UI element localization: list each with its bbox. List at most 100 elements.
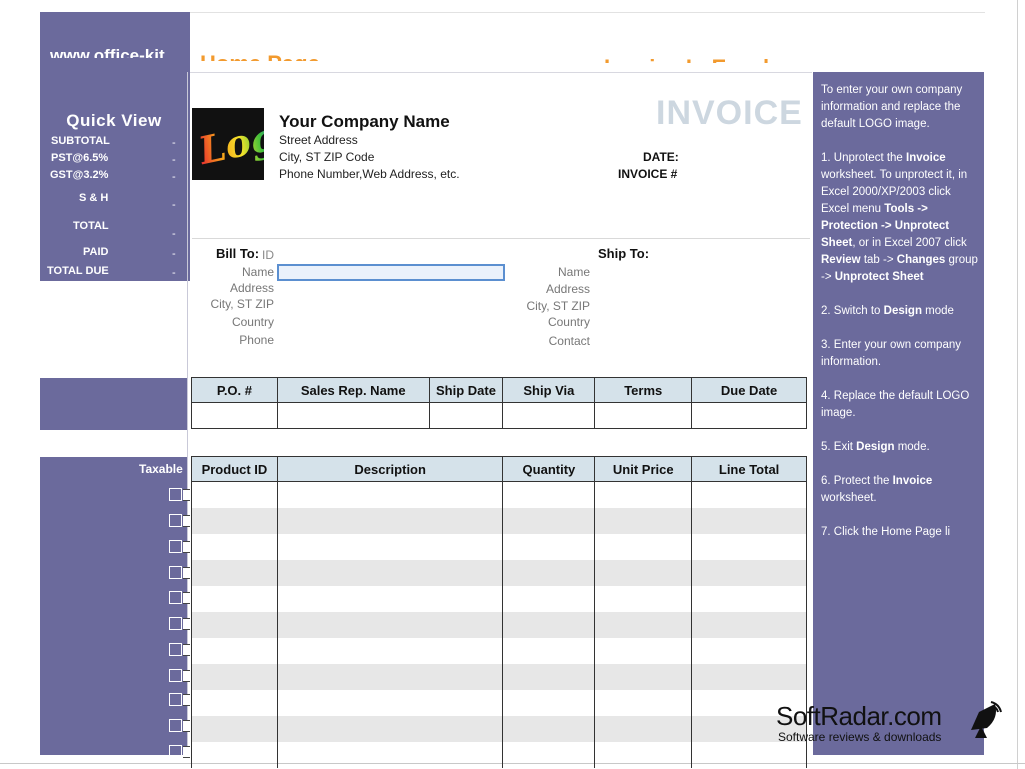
- quantity-cell[interactable]: [502, 481, 596, 508]
- table-row: [191, 741, 807, 768]
- description-cell[interactable]: [276, 559, 504, 586]
- company-contact[interactable]: Phone Number,Web Address, etc.: [279, 167, 460, 181]
- quantity-cell[interactable]: [502, 689, 596, 716]
- home-page-link[interactable]: Home Page: [200, 49, 340, 61]
- unit-price-cell[interactable]: [594, 689, 693, 716]
- bill-to-heading: Bill To:: [216, 246, 260, 261]
- line-total-cell[interactable]: [691, 481, 807, 508]
- ship-city-label: City, ST ZIP: [526, 299, 590, 313]
- line-total-cell[interactable]: [691, 741, 807, 768]
- quantity-cell[interactable]: [502, 559, 596, 586]
- line-total-cell[interactable]: [691, 611, 807, 638]
- product-id-cell[interactable]: [191, 481, 278, 508]
- product-id-cell[interactable]: [191, 689, 278, 716]
- description-cell[interactable]: [276, 481, 504, 508]
- unit-price-cell[interactable]: [594, 741, 693, 768]
- description-cell[interactable]: [276, 689, 504, 716]
- taxable-checkbox[interactable]: [169, 669, 182, 682]
- taxable-checkbox[interactable]: [169, 514, 182, 527]
- line-total-cell[interactable]: [691, 507, 807, 534]
- logo-text: Logo: [194, 108, 264, 173]
- description-cell[interactable]: [276, 715, 504, 742]
- company-logo[interactable]: Logo: [192, 108, 264, 180]
- line-total-cell[interactable]: [691, 585, 807, 612]
- description-cell[interactable]: [276, 741, 504, 768]
- description-cell[interactable]: [276, 663, 504, 690]
- help-step-2: 2. Switch to Design mode: [821, 305, 954, 317]
- unit-price-cell[interactable]: [594, 533, 693, 560]
- line-total-cell[interactable]: [691, 637, 807, 664]
- bill-name-input[interactable]: [277, 264, 505, 281]
- taxable-checkbox[interactable]: [169, 693, 182, 706]
- quantity-cell[interactable]: [502, 507, 596, 534]
- taxable-checkbox[interactable]: [169, 745, 182, 758]
- ship-date-cell[interactable]: [428, 402, 504, 429]
- table-row: [191, 611, 807, 638]
- sales-rep-cell[interactable]: [276, 402, 430, 429]
- taxable-checkbox[interactable]: [169, 643, 182, 656]
- unit-price-cell[interactable]: [594, 507, 693, 534]
- unit-price-cell[interactable]: [594, 559, 693, 586]
- unit-price-cell[interactable]: [594, 481, 693, 508]
- description-cell[interactable]: [276, 533, 504, 560]
- instructions-panel: To enter your own company information an…: [813, 72, 984, 755]
- unit-price-cell[interactable]: [594, 715, 693, 742]
- product-id-cell[interactable]: [191, 611, 278, 638]
- product-id-cell[interactable]: [191, 637, 278, 664]
- line-total-cell[interactable]: [691, 533, 807, 560]
- ship-contact-label: Contact: [548, 334, 590, 348]
- line-total-cell[interactable]: [691, 559, 807, 586]
- quantity-cell[interactable]: [502, 533, 596, 560]
- product-id-cell[interactable]: [191, 585, 278, 612]
- subtotal-value: -: [172, 137, 176, 149]
- taxable-checkbox[interactable]: [169, 591, 182, 604]
- quantity-cell[interactable]: [502, 715, 596, 742]
- paid-value: -: [172, 248, 176, 260]
- taxable-checkbox[interactable]: [169, 540, 182, 553]
- product-id-cell[interactable]: [191, 663, 278, 690]
- quantity-cell[interactable]: [502, 637, 596, 664]
- line-total-cell[interactable]: [691, 663, 807, 690]
- quantity-cell[interactable]: [502, 663, 596, 690]
- company-name[interactable]: Your Company Name: [279, 112, 450, 132]
- company-street[interactable]: Street Address: [279, 133, 358, 147]
- ship-date-header: Ship Date: [428, 377, 504, 403]
- terms-cell[interactable]: [594, 402, 693, 429]
- quantity-cell[interactable]: [502, 611, 596, 638]
- product-id-cell[interactable]: [191, 559, 278, 586]
- bill-country-label: Country: [231, 315, 274, 329]
- site-link-text[interactable]: www.office-kit: [50, 42, 180, 58]
- taxable-checkbox[interactable]: [169, 617, 182, 630]
- instructions-text: To enter your own company information an…: [821, 82, 981, 558]
- table-row: [191, 689, 807, 716]
- po-number-cell[interactable]: [191, 402, 278, 429]
- quantity-cell[interactable]: [502, 741, 596, 768]
- description-cell[interactable]: [276, 611, 504, 638]
- unit-price-cell[interactable]: [594, 585, 693, 612]
- product-id-cell[interactable]: [191, 533, 278, 560]
- quantity-cell[interactable]: [502, 585, 596, 612]
- sales-rep-header: Sales Rep. Name: [276, 377, 430, 403]
- description-cell[interactable]: [276, 637, 504, 664]
- description-cell[interactable]: [276, 507, 504, 534]
- unit-price-cell[interactable]: [594, 637, 693, 664]
- unit-price-cell[interactable]: [594, 611, 693, 638]
- product-id-cell[interactable]: [191, 507, 278, 534]
- due-date-cell[interactable]: [691, 402, 807, 429]
- po-number-header: P.O. #: [191, 377, 278, 403]
- description-cell[interactable]: [276, 585, 504, 612]
- bill-to-id-label: ID: [262, 248, 274, 262]
- help-step-1: 1. Unprotect the Invoice worksheet. To u…: [821, 152, 978, 283]
- product-id-cell[interactable]: [191, 715, 278, 742]
- product-id-cell[interactable]: [191, 741, 278, 768]
- taxable-checkbox[interactable]: [169, 719, 182, 732]
- table-row: [191, 507, 807, 534]
- company-city[interactable]: City, ST ZIP Code: [279, 150, 374, 164]
- taxable-checkbox[interactable]: [169, 488, 182, 501]
- table-row: [191, 663, 807, 690]
- page-banner-title: Invoice In Excel: [604, 54, 794, 63]
- ship-via-cell[interactable]: [502, 402, 596, 429]
- unit-price-cell[interactable]: [594, 663, 693, 690]
- pst-label: PST@6.5%: [51, 152, 109, 164]
- taxable-checkbox[interactable]: [169, 566, 182, 579]
